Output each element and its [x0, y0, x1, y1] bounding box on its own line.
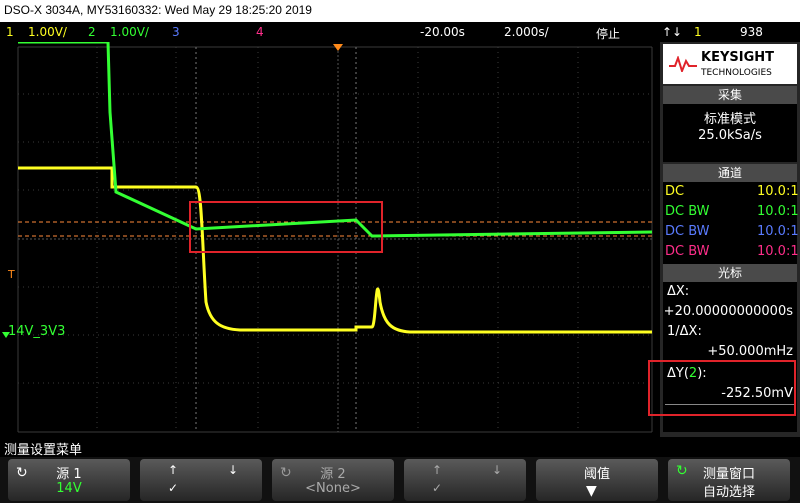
ch2-number[interactable]: 2 [88, 25, 96, 39]
falling-edge-icon-2: ↓ [492, 463, 503, 477]
keysight-wave-icon [669, 56, 697, 72]
checkmark-icon: ✓ [168, 481, 179, 495]
status-line: 1 1.00V/ 2 1.00V/ 3 4 -20.00s 2.000s/ 停止… [0, 22, 800, 42]
sample-rate: 25.0kSa/s [698, 128, 762, 143]
channel-row-1[interactable]: DC 10.0:1 [663, 182, 799, 202]
brand-subtitle: TECHNOLOGIES [701, 68, 772, 78]
ch3-coupling: DC BW [665, 224, 710, 239]
threshold-softkey[interactable]: 阈值 ▼ [536, 459, 658, 501]
softkey-bar: ↻ 源 1 14V ↑ ↓ ✓ ↻ 源 2 <None> ↑ ↓ ✓ 阈值 ▼ … [0, 457, 800, 503]
channel-row-2[interactable]: DC BW 10.0:1 [663, 202, 799, 222]
graticule [0, 40, 660, 437]
threshold-label: 阈值 [583, 467, 610, 482]
menu-title-bar: 测量设置菜单 [0, 437, 800, 458]
checkmark-icon-2: ✓ [432, 481, 443, 495]
edge-select-softkey[interactable]: ↑ ↓ ✓ [140, 459, 262, 501]
acquire-mode: 标准模式 [703, 112, 756, 127]
rising-edge-icon-2: ↑ [432, 463, 443, 477]
measure-window-label: 测量窗口 [702, 467, 755, 482]
ch3-probe: 10.0:1 [757, 224, 799, 239]
right-panel: KEYSIGHT TECHNOLOGIES 采集 标准模式 25.0kSa/s … [648, 42, 800, 437]
ch2-scale[interactable]: 1.00V/ [110, 25, 149, 39]
channel-header: 通道 [663, 164, 797, 182]
ch4-probe: 10.0:1 [757, 244, 799, 259]
measure-window-softkey[interactable]: ↻ 测量窗口 自动选择 [668, 459, 790, 501]
ch2-label: 14V_3V3 [8, 324, 66, 339]
ch3-number[interactable]: 3 [172, 25, 180, 39]
waveform-display[interactable]: T 14V_3V3 [0, 40, 660, 437]
title-text: DSO-X 3034A, MY53160332: Wed May 29 18:2… [4, 3, 312, 17]
channel-row-3[interactable]: DC BW 10.0:1 [663, 222, 799, 242]
inverse-delta-x-value: +50.000mHz [707, 344, 793, 359]
delta-y-highlight [648, 360, 796, 416]
inverse-delta-x-label: 1/ΔX: [667, 324, 702, 339]
delta-x-label: ΔX: [667, 284, 690, 299]
submenu-arrow-icon: ▼ [586, 483, 597, 499]
trigger-slope-icon: ↑↓ [662, 25, 683, 39]
timebase-scale[interactable]: 2.000s/ [504, 25, 549, 39]
ch1-number[interactable]: 1 [6, 25, 14, 39]
source2-softkey[interactable]: ↻ 源 2 <None> [272, 459, 394, 501]
ch2-probe: 10.0:1 [757, 204, 799, 219]
source2-label: 源 2 [320, 467, 346, 482]
falling-edge-icon: ↓ [228, 463, 239, 477]
brand-logo: KEYSIGHT TECHNOLOGIES [663, 44, 797, 84]
acquire-box[interactable]: 标准模式 25.0kSa/s [663, 104, 797, 162]
channel-box[interactable]: DC 10.0:1 DC BW 10.0:1 DC BW 10.0:1 DC B… [663, 182, 799, 266]
measure-window-value: 自动选择 [702, 485, 755, 500]
menu-title: 测量设置菜单 [4, 443, 83, 458]
run-state[interactable]: 停止 [596, 25, 620, 42]
ch4-number[interactable]: 4 [256, 25, 264, 39]
trigger-level[interactable]: 938 [740, 25, 763, 39]
channel-row-4[interactable]: DC BW 10.0:1 [663, 242, 799, 262]
ch1-probe: 10.0:1 [757, 184, 799, 199]
acquire-header: 采集 [663, 86, 797, 104]
ch1-scale[interactable]: 1.00V/ [28, 25, 67, 39]
rising-edge-icon: ↑ [168, 463, 179, 477]
ch1-coupling: DC [665, 184, 685, 199]
source1-value: 14V [56, 481, 82, 496]
horizontal-delay[interactable]: -20.00s [420, 25, 465, 39]
title-bar: DSO-X 3034A, MY53160332: Wed May 29 18:2… [0, 0, 800, 22]
source1-label: 源 1 [56, 467, 82, 482]
cursors-header: 光标 [663, 264, 797, 282]
edge-select-softkey-2[interactable]: ↑ ↓ ✓ [404, 459, 526, 501]
source1-softkey[interactable]: ↻ 源 1 14V [8, 459, 130, 501]
ch2-coupling: DC BW [665, 204, 710, 219]
delta-x-value: +20.00000000000s [663, 304, 793, 319]
brand-name: KEYSIGHT [701, 50, 774, 65]
ch4-coupling: DC BW [665, 244, 710, 259]
trigger-source[interactable]: 1 [694, 25, 702, 39]
trigger-level-marker[interactable]: T [8, 268, 15, 281]
source2-value: <None> [305, 481, 361, 496]
